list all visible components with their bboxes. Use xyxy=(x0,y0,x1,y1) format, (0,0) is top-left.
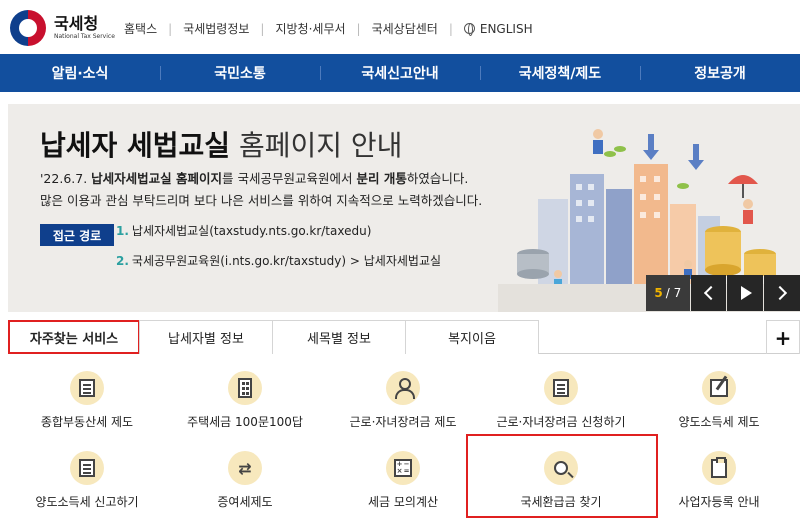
service-label: 양도소득세 제도 xyxy=(678,415,760,429)
chevron-right-icon xyxy=(773,285,788,301)
route-2-text: 국세공무원교육원(i.nts.go.kr/taxstudy) > 납세자세법교실 xyxy=(131,254,442,268)
top-utility-nav: 홈택스 | 국세법령정보 | 지방청·세무서 | 국세상담센터 | ENGLIS… xyxy=(124,20,533,37)
service-label: 증여세제도 xyxy=(217,495,273,509)
banner-line-1-bold-a: 납세자세법교실 홈페이지 xyxy=(91,171,223,186)
topnav-tax-law[interactable]: 국세법령정보 xyxy=(183,20,249,37)
service-earned-income-apply[interactable]: 근로·자녀장려금 신청하기 xyxy=(482,355,640,433)
play-slide-button[interactable] xyxy=(727,275,764,311)
english-label: ENGLISH xyxy=(479,21,533,36)
header: 국세청 National Tax Service 홈택스 | 국세법령정보 | … xyxy=(0,0,800,54)
service-capital-gains-tax[interactable]: 양도소득세 제도 xyxy=(640,355,798,433)
service-label: 종합부동산세 제도 xyxy=(40,415,134,429)
service-business-registration[interactable]: 사업자등록 안내 xyxy=(640,435,798,513)
topnav-divider: | xyxy=(168,21,173,36)
banner-line-2: 많은 이용과 관심 부탁드리며 보다 나은 서비스를 위하여 지속적으로 노력하… xyxy=(40,193,483,208)
nts-logo[interactable]: 국세청 National Tax Service xyxy=(10,8,120,48)
tab-tax-item-info[interactable]: 세목별 정보 xyxy=(272,320,406,354)
service-label: 근로·자녀장려금 신청하기 xyxy=(496,415,626,429)
tab-frequent-services[interactable]: 자주찾는 서비스 xyxy=(8,320,140,354)
service-label: 사업자등록 안내 xyxy=(678,495,760,509)
gnb-disclosure[interactable]: 정보공개 xyxy=(640,54,800,92)
logo-text: 국세청 National Tax Service xyxy=(54,15,115,41)
logo-name: 국세청 xyxy=(54,14,99,33)
route-2-number: 2. xyxy=(116,254,129,268)
service-tax-simulation[interactable]: + − × = 세금 모의계산 xyxy=(324,435,482,513)
tab-welfare[interactable]: 복지이음 xyxy=(405,320,539,354)
banner-route-1: 1. 납세자세법교실(taxstudy.nts.go.kr/taxedu) xyxy=(116,222,371,239)
service-comprehensive-property-tax[interactable]: 종합부동산세 제도 xyxy=(8,355,166,433)
banner-line-1-end: 하였습니다. xyxy=(406,171,469,186)
logo-subtitle: National Tax Service xyxy=(54,33,115,40)
banner-title: 납세자 세법교실 홈페이지 안내 xyxy=(40,124,402,164)
ledger-icon xyxy=(70,371,104,405)
highlight-box xyxy=(466,434,658,518)
next-slide-button[interactable] xyxy=(764,275,800,311)
chevron-left-icon xyxy=(703,285,718,301)
banner-pager: 5 / 7 xyxy=(646,275,800,311)
slide-total: / 7 xyxy=(665,286,682,300)
topnav-divider: | xyxy=(260,21,265,36)
prev-slide-button[interactable] xyxy=(690,275,727,311)
banner-line-1-mid: 를 국세공무원교육원에서 xyxy=(222,171,357,186)
topnav-hometax[interactable]: 홈택스 xyxy=(124,20,157,37)
page: 국세청 National Tax Service 홈택스 | 국세법령정보 | … xyxy=(0,0,800,523)
document-icon xyxy=(544,371,578,405)
service-tabs: 자주찾는 서비스 납세자별 정보 세목별 정보 복지이음 + xyxy=(8,320,800,354)
tab-taxpayer-info[interactable]: 납세자별 정보 xyxy=(139,320,273,354)
service-label: 양도소득세 신고하기 xyxy=(35,495,139,509)
topnav-english[interactable]: ENGLISH xyxy=(463,21,533,36)
service-capital-gains-filing[interactable]: 양도소득세 신고하기 xyxy=(8,435,166,513)
gift-transfer-icon: ⇄ xyxy=(228,451,262,485)
service-label: 세금 모의계산 xyxy=(367,495,439,509)
service-gift-tax[interactable]: ⇄ 증여세제도 xyxy=(166,435,324,513)
topnav-regional-office[interactable]: 지방청·세무서 xyxy=(275,20,345,37)
pen-icon xyxy=(702,371,736,405)
service-label: 근로·자녀장려금 제도 xyxy=(349,415,457,429)
slide-counter: 5 / 7 xyxy=(646,275,690,311)
report-icon xyxy=(70,451,104,485)
person-icon xyxy=(386,371,420,405)
route-1-number: 1. xyxy=(116,224,129,238)
building-icon xyxy=(228,371,262,405)
calculator-icon: + − × = xyxy=(386,451,420,485)
gnb-news[interactable]: 알림·소식 xyxy=(0,54,160,92)
clipboard-icon xyxy=(702,451,736,485)
slide-current: 5 xyxy=(654,286,663,300)
gnb-communication[interactable]: 국민소통 xyxy=(160,54,320,92)
taegeuk-logo-icon xyxy=(10,10,46,46)
gnb-tax-filing[interactable]: 국세신고안내 xyxy=(320,54,480,92)
banner-line-1: '22.6.7. 납세자세법교실 홈페이지를 국세공무원교육원에서 분리 개통하… xyxy=(40,168,468,187)
banner-line-1-bold-b: 분리 개통 xyxy=(356,171,407,186)
banner-line-1-date: '22.6.7. xyxy=(40,171,92,186)
service-earned-income-credit[interactable]: 근로·자녀장려금 제도 xyxy=(324,355,482,433)
topnav-counseling[interactable]: 국세상담센터 xyxy=(372,20,438,37)
banner-title-bold: 납세자 세법교실 xyxy=(40,129,231,162)
frequent-services-grid: 종합부동산세 제도 주택세금 100문100답 근로·자녀장려금 제도 근로·자… xyxy=(8,355,800,523)
banner-title-light: 홈페이지 안내 xyxy=(238,129,403,162)
topnav-divider: | xyxy=(356,21,361,36)
play-icon xyxy=(741,286,753,300)
access-route-badge: 접근 경로 xyxy=(40,224,114,246)
banner-route-2: 2. 국세공무원교육원(i.nts.go.kr/taxstudy) > 납세자세법… xyxy=(116,252,441,269)
globe-icon xyxy=(463,22,475,36)
gnb-tax-policy[interactable]: 국세정책/제도 xyxy=(480,54,640,92)
more-services-button[interactable]: + xyxy=(766,320,800,354)
service-housing-tax-qa[interactable]: 주택세금 100문100답 xyxy=(166,355,324,433)
topnav-divider: | xyxy=(448,21,453,36)
route-1-text: 납세자세법교실(taxstudy.nts.go.kr/taxedu) xyxy=(131,224,372,238)
main-navigation: 알림·소식 국민소통 국세신고안내 국세정책/제도 정보공개 xyxy=(0,54,800,92)
service-label: 주택세금 100문100답 xyxy=(187,415,303,429)
